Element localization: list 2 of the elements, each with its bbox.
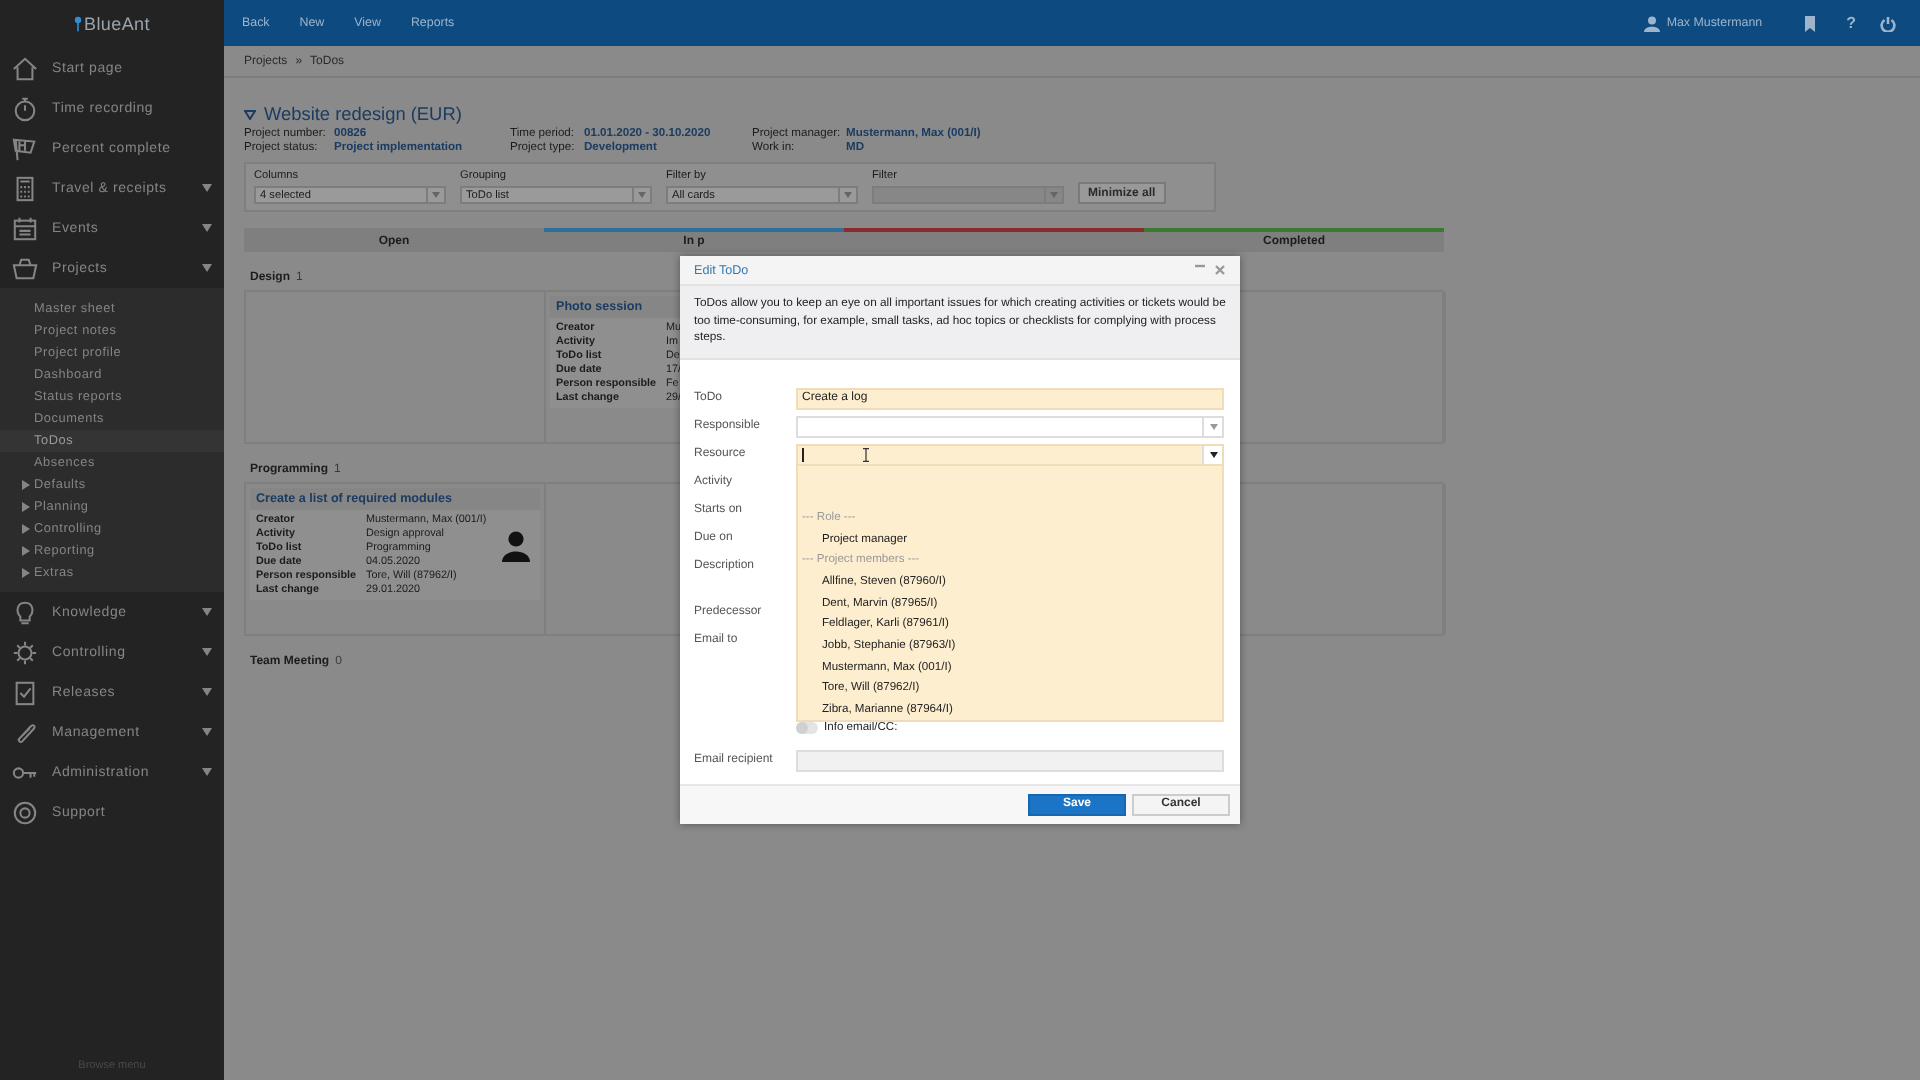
project-title: Website redesign (EUR) [264,104,462,124]
logo: BlueAnt [84,14,150,34]
